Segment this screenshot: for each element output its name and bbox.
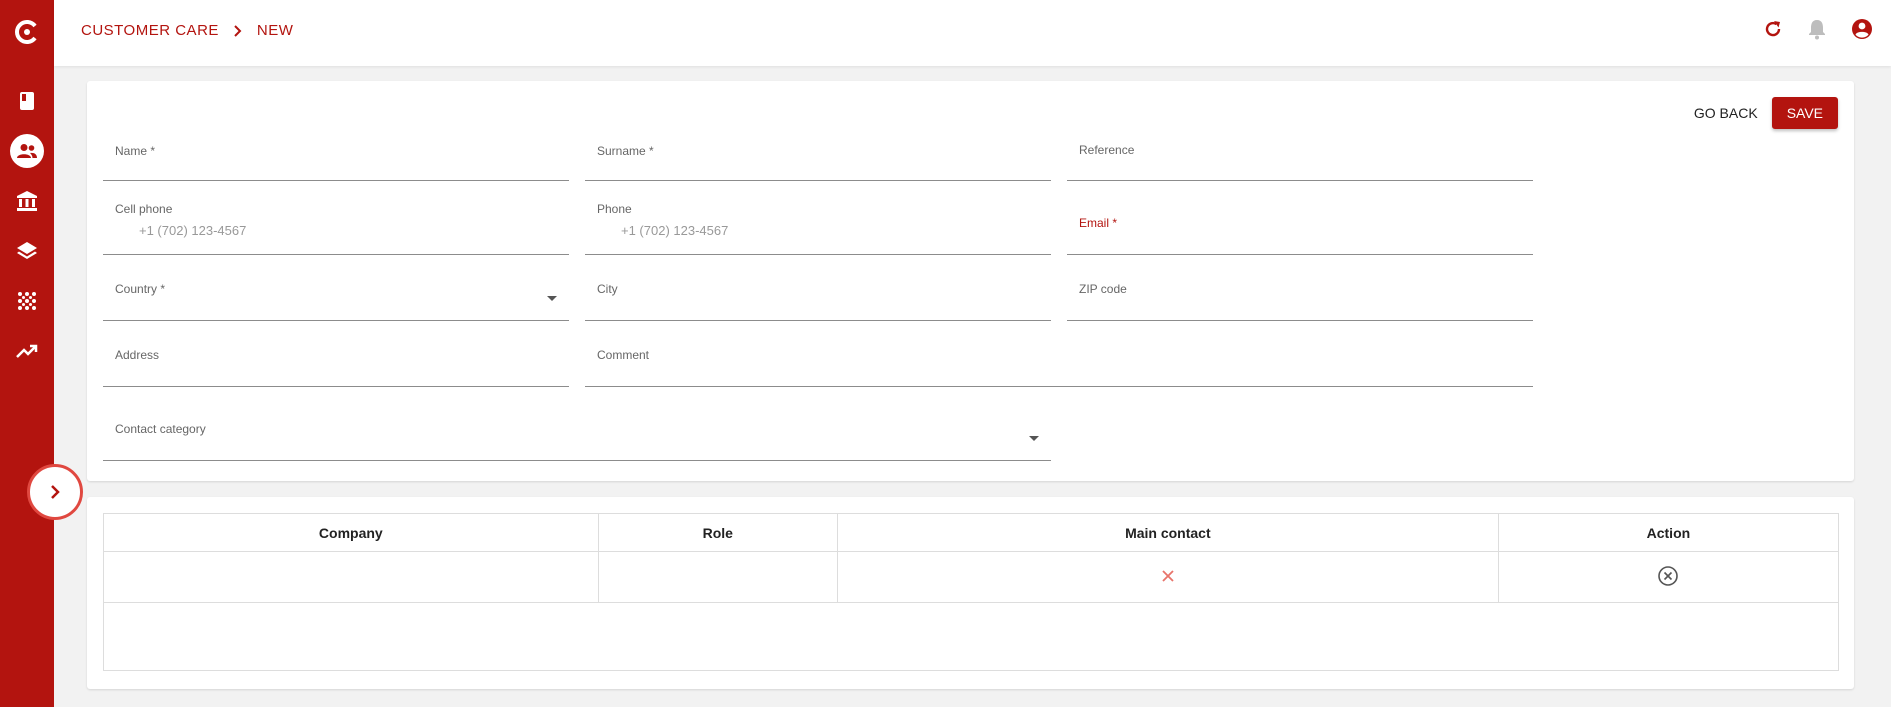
remove-circle-icon[interactable] [1657,565,1679,587]
breadcrumb: CUSTOMER CARE NEW [81,22,293,39]
comment-field[interactable]: Comment [585,333,1533,387]
company-table-card: Company Role Main contact Action [87,497,1854,689]
column-header-main-contact[interactable]: Main contact [836,513,1499,552]
save-button[interactable]: SAVE [1771,97,1838,129]
role-cell[interactable] [597,551,838,603]
top-bar: CUSTOMER CARE NEW [54,0,1891,66]
sidebar [0,0,54,707]
action-cell [1497,551,1840,603]
chevron-right-icon [51,485,60,499]
zip-code-field[interactable]: ZIP code [1067,267,1533,321]
phone-placeholder: +1 (702) 123-4567 [621,223,729,238]
dropdown-arrow-icon [1029,436,1039,441]
reference-label: Reference [1079,143,1135,157]
zip-code-label: ZIP code [1079,282,1127,296]
book-icon[interactable] [0,81,54,121]
dots-grid-icon[interactable] [0,281,54,321]
column-header-role[interactable]: Role [597,513,838,552]
city-label: City [597,282,618,296]
contact-form-card: GO BACK SAVE Name * Surname * Reference … [87,81,1854,481]
surname-label: Surname * [597,144,654,158]
email-field[interactable]: Email * [1067,193,1533,255]
address-label: Address [115,348,160,362]
country-label: Country * [115,282,166,296]
cell-phone-placeholder: +1 (702) 123-4567 [139,223,247,238]
dropdown-arrow-icon [547,296,557,301]
trending-up-icon[interactable] [0,331,54,371]
column-header-action[interactable]: Action [1497,513,1840,552]
close-icon [1162,569,1174,582]
name-label: Name * [115,144,156,158]
account-icon[interactable] [1851,18,1873,40]
cell-phone-label: Cell phone [115,202,173,216]
cell-phone-field[interactable]: Cell phone +1 (702) 123-4567 [103,193,569,255]
sidebar-expand-button[interactable] [27,464,83,520]
phone-label: Phone [597,202,632,216]
contact-category-select[interactable]: Contact category [103,399,1051,461]
surname-field[interactable]: Surname * [585,131,1051,181]
go-back-button[interactable]: GO BACK [1694,99,1758,127]
refresh-icon[interactable] [1763,19,1783,39]
column-header-company[interactable]: Company [103,513,599,552]
company-table: Company Role Main contact Action [103,513,1840,603]
company-cell[interactable] [103,551,599,603]
active-nav-indicator [10,134,44,168]
table-empty-area [103,601,1839,671]
contacts-icon[interactable] [0,131,54,171]
country-select[interactable]: Country * [103,267,569,321]
comment-label: Comment [597,348,650,362]
chevron-right-icon [233,24,243,37]
reference-field[interactable]: Reference [1067,131,1533,181]
table-row [103,551,1840,603]
app-logo-icon[interactable] [0,12,54,52]
city-field[interactable]: City [585,267,1051,321]
contact-category-label: Contact category [115,422,206,436]
address-field[interactable]: Address [103,333,569,387]
name-field[interactable]: Name * [103,131,569,181]
phone-field[interactable]: Phone +1 (702) 123-4567 [585,193,1051,255]
bell-icon[interactable] [1807,18,1827,40]
main-contact-cell[interactable] [836,551,1499,603]
email-label: Email * [1079,216,1118,230]
breadcrumb-current: NEW [256,22,294,39]
bank-icon[interactable] [0,181,54,221]
breadcrumb-section[interactable]: CUSTOMER CARE [81,22,219,39]
table-header-row: Company Role Main contact Action [103,513,1840,552]
layers-icon[interactable] [0,231,54,271]
